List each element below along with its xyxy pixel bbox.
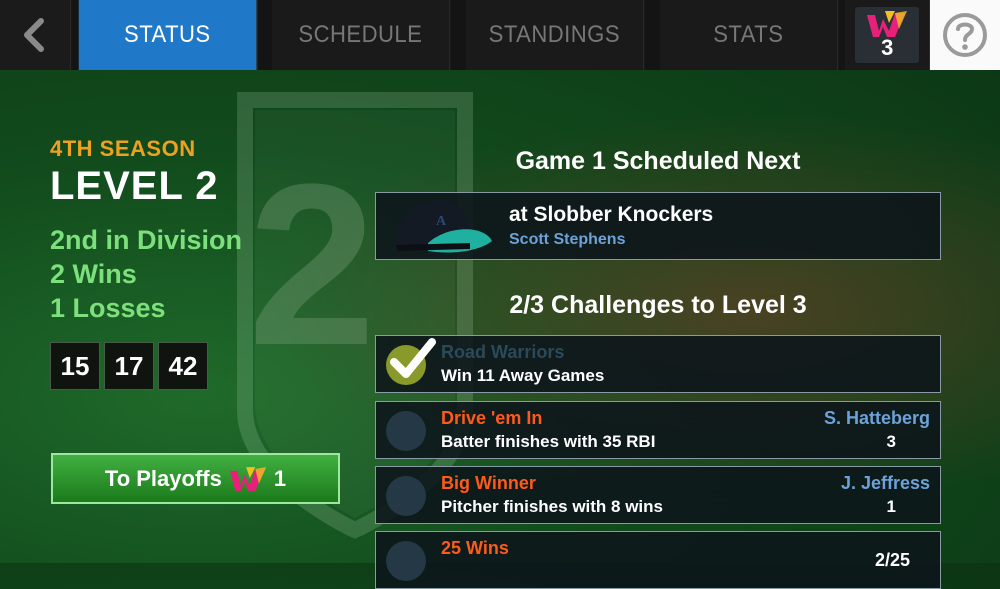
tab-standings[interactable]: STANDINGS — [465, 0, 644, 70]
challenge-count: 1 — [886, 497, 896, 516]
to-playoffs-button[interactable]: To Playoffs 1 — [51, 453, 340, 504]
svg-text:A: A — [436, 214, 447, 229]
challenge-title: Road Warriors — [441, 342, 565, 362]
question-circle-icon — [943, 13, 988, 57]
losses-count: 1 Losses — [50, 293, 166, 323]
background-level-number: 2 — [248, 136, 376, 393]
challenge-title: Big Winner — [441, 473, 536, 493]
stat-boxes: 15 17 42 — [50, 342, 208, 390]
help-button[interactable] — [930, 0, 1000, 70]
playoff-token-counter[interactable]: 3 — [845, 0, 931, 70]
challenge-desc: Batter finishes with 35 RBI — [441, 432, 656, 451]
playoffs-button-label: To Playoffs — [104, 465, 222, 491]
challenge-row[interactable]: Drive 'em In Batter finishes with 35 RBI… — [375, 401, 941, 459]
top-nav-bar: STATUS SCHEDULE STANDINGS STATS 3 — [0, 0, 1000, 70]
challenge-progress-indicator — [386, 541, 426, 581]
chevron-left-icon — [23, 18, 44, 52]
challenge-count: 3 — [886, 432, 896, 451]
next-game-heading: Game 1 Scheduled Next — [515, 147, 801, 175]
tab-stats[interactable]: STATS — [659, 0, 838, 70]
playoffs-token-cost: 1 — [273, 465, 287, 491]
opposing-pitcher: Scott Stephens — [509, 231, 626, 248]
division-rank: 2nd in Division — [50, 225, 243, 255]
challenge-player: S. Hatteberg — [823, 408, 930, 428]
stat-box: 17 — [104, 342, 154, 390]
tab-status[interactable]: STATUS — [78, 0, 257, 70]
challenge-progress-indicator — [386, 411, 426, 451]
tab-schedule[interactable]: SCHEDULE — [272, 0, 451, 70]
challenge-title: 25 Wins — [441, 538, 509, 558]
wins-count: 2 Wins — [50, 259, 137, 289]
token-panel: 3 — [855, 7, 920, 63]
challenge-desc: Pitcher finishes with 8 wins — [441, 497, 663, 516]
challenge-progress-indicator — [386, 476, 426, 516]
opponent-name: at Slobber Knockers — [509, 203, 714, 226]
back-button[interactable] — [0, 0, 71, 70]
challenge-desc: Win 11 Away Games — [441, 366, 605, 385]
baseball-cap-icon: A — [395, 201, 492, 253]
season-summary: 4TH SEASON LEVEL 2 2nd in Division 2 Win… — [50, 136, 242, 325]
challenge-row[interactable]: 25 Wins 2/25 — [375, 531, 941, 589]
challenge-player: J. Jeffress — [840, 473, 930, 493]
stat-box: 15 — [50, 342, 100, 390]
next-game-card[interactable]: A at Slobber Knockers Scott Stephens — [375, 192, 941, 260]
season-label: 4TH SEASON — [50, 136, 196, 161]
challenge-title: Drive 'em In — [441, 408, 543, 428]
stat-box: 42 — [158, 342, 208, 390]
token-count: 3 — [881, 35, 894, 60]
checkmark-icon — [390, 338, 436, 378]
challenge-row[interactable]: Road Warriors Win 11 Away Games — [375, 335, 941, 393]
level-title: LEVEL 2 — [50, 164, 219, 208]
challenge-count: 2/25 — [874, 550, 910, 570]
challenge-row[interactable]: Big Winner Pitcher finishes with 8 wins … — [375, 466, 941, 524]
token-logo-icon — [229, 466, 267, 491]
challenges-heading: 2/3 Challenges to Level 3 — [509, 291, 807, 319]
